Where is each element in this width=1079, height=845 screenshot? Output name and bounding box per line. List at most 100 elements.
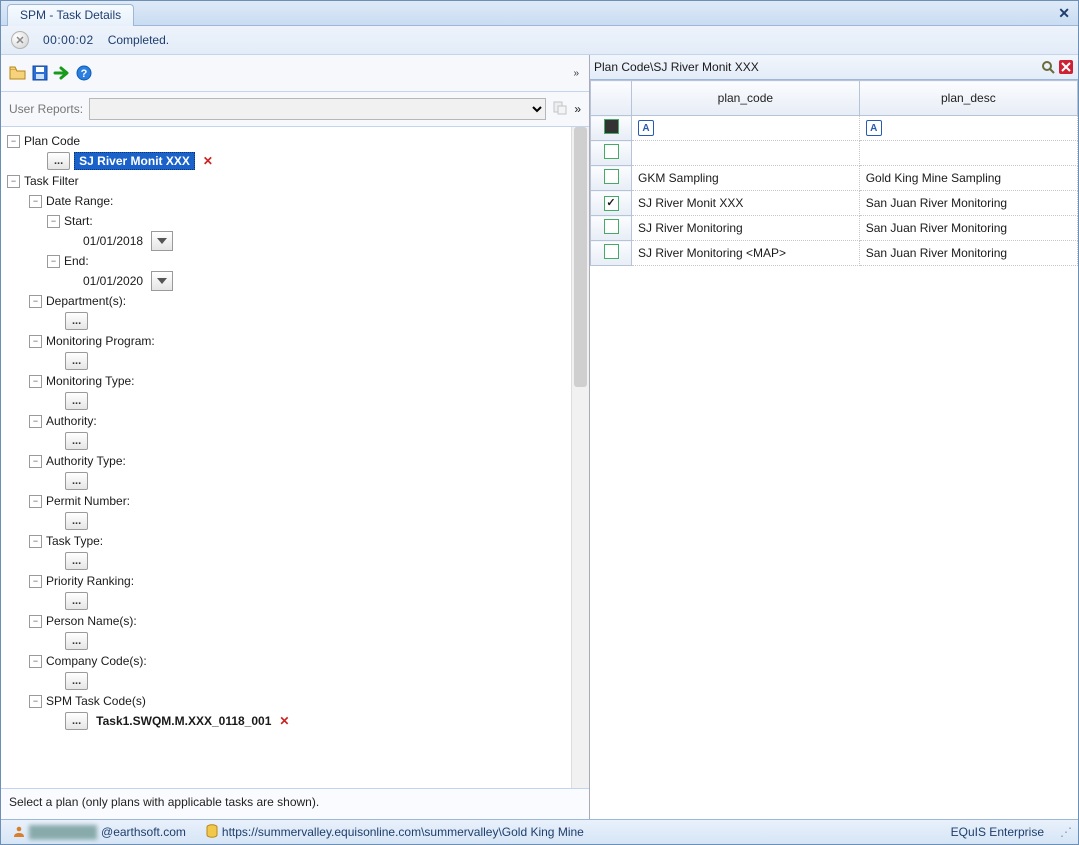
tab-task-details[interactable]: SPM - Task Details bbox=[7, 4, 134, 26]
filter-cell-plan-code[interactable]: A bbox=[632, 116, 860, 141]
node-monitoring-program[interactable]: −Monitoring Program: bbox=[7, 331, 571, 351]
node-authority-type-value[interactable]: ... bbox=[7, 471, 571, 491]
help-icon[interactable]: ? bbox=[75, 64, 93, 82]
collapse-icon[interactable]: − bbox=[29, 535, 42, 548]
col-plan-code[interactable]: plan_code bbox=[632, 81, 860, 116]
node-monitoring-program-value[interactable]: ... bbox=[7, 351, 571, 371]
clear-icon[interactable]: ✕ bbox=[199, 154, 213, 168]
ellipsis-button[interactable]: ... bbox=[65, 312, 88, 330]
collapse-icon[interactable]: − bbox=[29, 615, 42, 628]
ellipsis-button[interactable]: ... bbox=[65, 672, 88, 690]
ellipsis-button[interactable]: ... bbox=[65, 592, 88, 610]
node-company-codes-value[interactable]: ... bbox=[7, 671, 571, 691]
ellipsis-button[interactable]: ... bbox=[65, 512, 88, 530]
node-authority-value[interactable]: ... bbox=[7, 431, 571, 451]
collapse-icon[interactable]: − bbox=[29, 415, 42, 428]
filter-icon[interactable]: A bbox=[866, 120, 882, 136]
node-task-type-value[interactable]: ... bbox=[7, 551, 571, 571]
cell-plan-code[interactable]: SJ River Monitoring bbox=[632, 216, 860, 241]
cell-plan-code[interactable]: GKM Sampling bbox=[632, 166, 860, 191]
collapse-icon[interactable]: − bbox=[47, 215, 60, 228]
col-plan-desc[interactable]: plan_desc bbox=[859, 81, 1077, 116]
collapse-icon[interactable]: − bbox=[7, 135, 20, 148]
close-panel-icon[interactable] bbox=[1058, 59, 1074, 75]
ellipsis-button[interactable]: ... bbox=[65, 432, 88, 450]
footer-connection[interactable]: https://summervalley.equisonline.com\sum… bbox=[200, 823, 590, 841]
node-authority-type[interactable]: −Authority Type: bbox=[7, 451, 571, 471]
collapse-icon[interactable]: − bbox=[29, 295, 42, 308]
row-checkbox[interactable] bbox=[604, 219, 619, 234]
ellipsis-button[interactable]: ... bbox=[65, 352, 88, 370]
footer-user[interactable]: ████████@earthsoft.com bbox=[7, 823, 192, 841]
node-monitoring-type[interactable]: −Monitoring Type: bbox=[7, 371, 571, 391]
cell-plan-code[interactable]: SJ River Monit XXX bbox=[632, 191, 860, 216]
node-person-names[interactable]: −Person Name(s): bbox=[7, 611, 571, 631]
collapse-icon[interactable]: − bbox=[7, 175, 20, 188]
node-end-value[interactable]: 01/01/2020 bbox=[7, 271, 571, 291]
filter-cell-plan-desc[interactable]: A bbox=[859, 116, 1077, 141]
report-action-icon[interactable] bbox=[552, 100, 568, 119]
node-permit-number[interactable]: −Permit Number: bbox=[7, 491, 571, 511]
ellipsis-button[interactable]: ... bbox=[65, 472, 88, 490]
toolbar-chevrons-icon[interactable]: » bbox=[571, 68, 581, 79]
node-date-range[interactable]: − Date Range: bbox=[7, 191, 571, 211]
node-plan-code[interactable]: − Plan Code bbox=[7, 131, 571, 151]
node-permit-number-value[interactable]: ... bbox=[7, 511, 571, 531]
ellipsis-button[interactable]: ... bbox=[65, 632, 88, 650]
ellipsis-button[interactable]: ... bbox=[65, 712, 88, 730]
node-priority-ranking-value[interactable]: ... bbox=[7, 591, 571, 611]
collapse-icon[interactable]: − bbox=[29, 375, 42, 388]
collapse-icon[interactable]: − bbox=[29, 335, 42, 348]
cell-plan-desc[interactable]: Gold King Mine Sampling bbox=[859, 166, 1077, 191]
tab-close-icon[interactable]: ✕ bbox=[1058, 5, 1070, 22]
node-company-codes[interactable]: −Company Code(s): bbox=[7, 651, 571, 671]
node-task-filter[interactable]: − Task Filter bbox=[7, 171, 571, 191]
ellipsis-button[interactable]: ... bbox=[65, 552, 88, 570]
ellipsis-button[interactable]: ... bbox=[47, 152, 70, 170]
table-row[interactable]: SJ River Monit XXX San Juan River Monito… bbox=[591, 191, 1078, 216]
go-icon[interactable] bbox=[53, 64, 71, 82]
report-chevrons-icon[interactable]: » bbox=[574, 102, 581, 116]
scrollbar-thumb[interactable] bbox=[574, 127, 587, 387]
cell-plan-desc[interactable]: San Juan River Monitoring bbox=[859, 191, 1077, 216]
node-departments[interactable]: −Department(s): bbox=[7, 291, 571, 311]
tree-scrollbar[interactable] bbox=[571, 127, 589, 788]
grid-corner[interactable] bbox=[591, 81, 632, 116]
filter-checkbox[interactable] bbox=[604, 119, 619, 134]
row-checkbox[interactable] bbox=[604, 169, 619, 184]
stop-button[interactable]: ✕ bbox=[11, 31, 29, 49]
table-row[interactable]: SJ River Monitoring San Juan River Monit… bbox=[591, 216, 1078, 241]
filter-tree[interactable]: − Plan Code ... SJ River Monit XXX ✕ − T… bbox=[1, 127, 571, 788]
node-start-value[interactable]: 01/01/2018 bbox=[7, 231, 571, 251]
node-spm-task-codes-value[interactable]: ... Task1.SWQM.M.XXX_0118_001 ✕ bbox=[7, 711, 571, 731]
plan-code-value[interactable]: SJ River Monit XXX bbox=[74, 152, 195, 170]
node-person-names-value[interactable]: ... bbox=[7, 631, 571, 651]
collapse-icon[interactable]: − bbox=[29, 695, 42, 708]
save-icon[interactable] bbox=[31, 64, 49, 82]
date-picker-button[interactable] bbox=[151, 271, 173, 291]
collapse-icon[interactable]: − bbox=[29, 455, 42, 468]
node-plan-code-value[interactable]: ... SJ River Monit XXX ✕ bbox=[7, 151, 571, 171]
node-authority[interactable]: −Authority: bbox=[7, 411, 571, 431]
row-checkbox[interactable] bbox=[604, 244, 619, 259]
node-monitoring-type-value[interactable]: ... bbox=[7, 391, 571, 411]
collapse-icon[interactable]: − bbox=[29, 575, 42, 588]
collapse-icon[interactable]: − bbox=[29, 655, 42, 668]
date-picker-button[interactable] bbox=[151, 231, 173, 251]
open-icon[interactable] bbox=[9, 64, 27, 82]
node-task-type[interactable]: −Task Type: bbox=[7, 531, 571, 551]
collapse-icon[interactable]: − bbox=[29, 195, 42, 208]
collapse-icon[interactable]: − bbox=[47, 255, 60, 268]
node-spm-task-codes[interactable]: −SPM Task Code(s) bbox=[7, 691, 571, 711]
collapse-icon[interactable]: − bbox=[29, 495, 42, 508]
node-start[interactable]: − Start: bbox=[7, 211, 571, 231]
ellipsis-button[interactable]: ... bbox=[65, 392, 88, 410]
cell-plan-code[interactable]: SJ River Monitoring <MAP> bbox=[632, 241, 860, 266]
resize-grip-icon[interactable]: ⋰ bbox=[1058, 825, 1072, 839]
row-checkbox[interactable] bbox=[604, 144, 619, 159]
row-checkbox[interactable] bbox=[604, 196, 619, 211]
filter-icon[interactable]: A bbox=[638, 120, 654, 136]
search-icon[interactable] bbox=[1040, 59, 1056, 75]
cell-plan-desc[interactable] bbox=[859, 141, 1077, 166]
cell-plan-desc[interactable]: San Juan River Monitoring bbox=[859, 216, 1077, 241]
